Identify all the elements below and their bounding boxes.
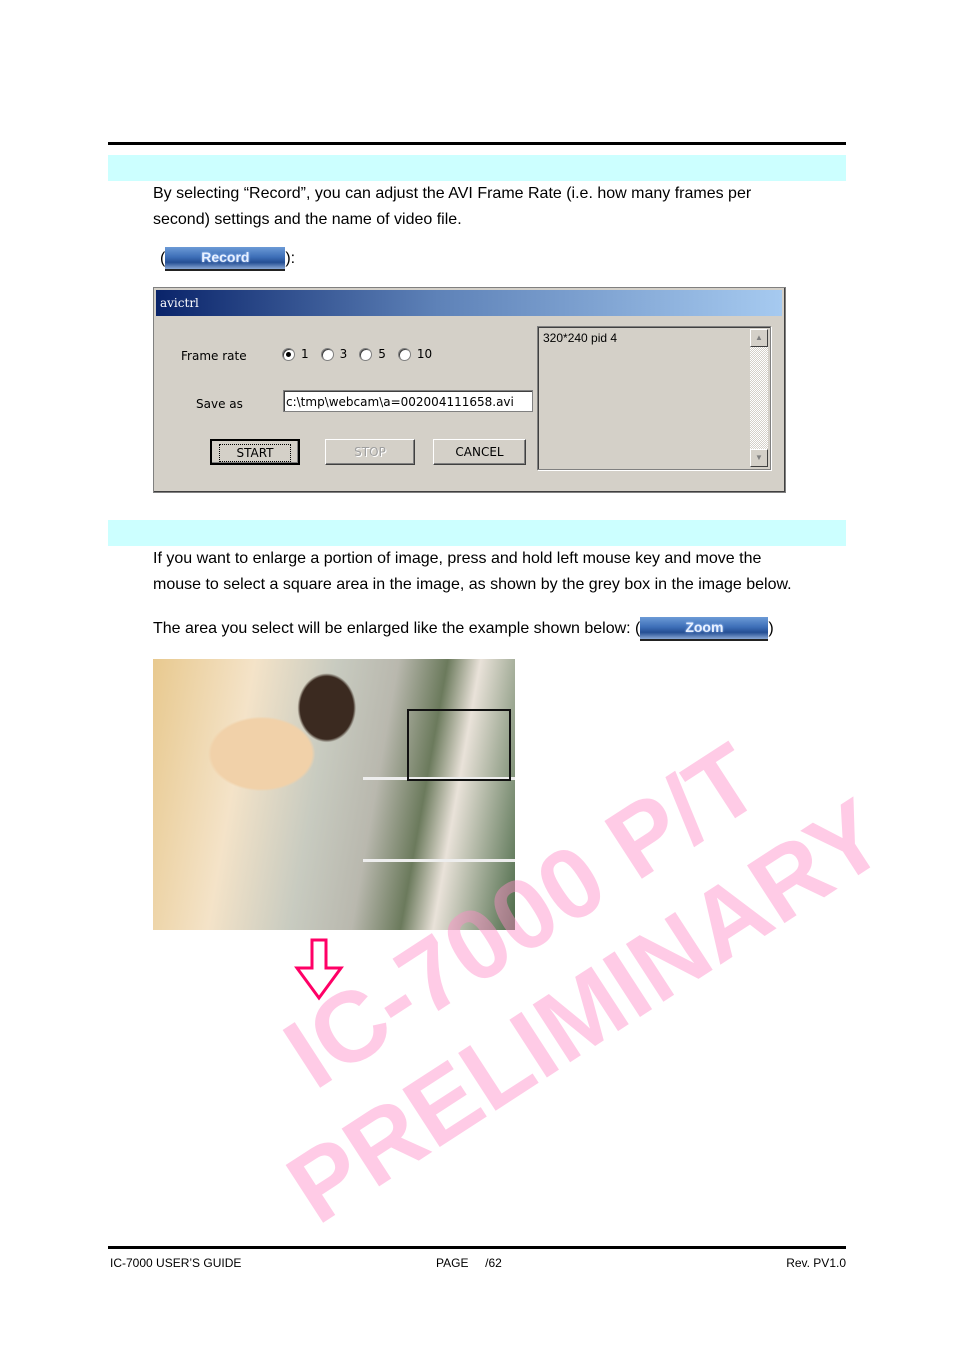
stop-button[interactable]: STOP <box>325 439 415 465</box>
down-arrow-shape <box>294 938 344 1001</box>
zoom-selection-box <box>407 709 511 781</box>
radio-icon <box>397 347 411 361</box>
footer-rule <box>108 1246 846 1249</box>
save-as-label: Save as <box>196 397 243 411</box>
example-photo[interactable] <box>153 659 515 930</box>
zoom-button-reference: The area you select will be enlarged lik… <box>153 616 774 642</box>
dialog-title-bar[interactable]: avictrl <box>156 290 782 316</box>
frame-rate-radio-10[interactable]: 10 <box>397 347 433 361</box>
paren-close: ) <box>768 620 774 637</box>
scroll-down-icon[interactable]: ▼ <box>750 449 768 467</box>
record-paragraph-line2: second) settings and the name of video f… <box>153 211 462 228</box>
start-button-label: START <box>219 444 291 462</box>
zoom-button[interactable]: Zoom <box>640 616 769 641</box>
radio-icon <box>359 347 373 361</box>
zoom-paragraph: If you want to enlarge a portion of imag… <box>153 546 792 598</box>
cancel-button[interactable]: CANCEL <box>433 439 526 465</box>
paren-close: ): <box>285 250 296 267</box>
avictrl-dialog: avictrl Frame rate 1 3 5 10 Save as c:\t… <box>153 287 786 493</box>
frame-rate-label: Frame rate <box>181 349 247 363</box>
radio-label: 1 <box>301 347 309 361</box>
zoom-paragraph-line2: mouse to select a square area in the ima… <box>153 576 792 593</box>
zoom-paragraph-line1: If you want to enlarge a portion of imag… <box>153 550 762 567</box>
footer-page-number: PAGE /62 <box>436 1256 502 1270</box>
frame-rate-radio-3[interactable]: 3 <box>320 347 348 361</box>
frame-rate-radio-group: 1 3 5 10 <box>282 347 444 361</box>
radio-icon <box>320 347 334 361</box>
down-arrow-icon <box>294 938 344 1001</box>
radio-label: 3 <box>339 347 348 361</box>
radio-label: 5 <box>378 347 386 361</box>
photo-shelf <box>363 859 515 862</box>
header-rule <box>108 142 846 145</box>
start-button[interactable]: START <box>210 439 300 465</box>
footer-doc-title: IC-7000 USER’S GUIDE <box>110 1256 242 1270</box>
footer-revision: Rev. PV1.0 <box>786 1256 846 1270</box>
section-heading-band-record <box>108 155 846 181</box>
frame-rate-radio-1[interactable]: 1 <box>282 347 309 361</box>
record-paragraph-line1: By selecting “Record”, you can adjust th… <box>153 185 752 202</box>
record-button[interactable]: Record <box>165 246 286 271</box>
radio-selected-icon <box>282 347 295 361</box>
vertical-scrollbar[interactable]: ▲ ▼ <box>750 329 768 467</box>
record-button-reference: (Record): <box>160 246 295 272</box>
scroll-up-icon[interactable]: ▲ <box>750 329 768 347</box>
radio-label: 10 <box>416 347 433 361</box>
record-paragraph: By selecting “Record”, you can adjust th… <box>153 181 751 233</box>
frame-rate-radio-5[interactable]: 5 <box>359 347 386 361</box>
section-heading-band-zoom <box>108 520 846 546</box>
zoom-paragraph-line3: The area you select will be enlarged lik… <box>153 620 641 637</box>
save-as-input[interactable]: c:\tmp\webcam\a=002004111658.avi <box>283 390 533 412</box>
list-item[interactable]: 320*240 pid 4 <box>543 331 617 345</box>
info-listbox[interactable]: 320*240 pid 4 ▲ ▼ <box>537 326 771 470</box>
